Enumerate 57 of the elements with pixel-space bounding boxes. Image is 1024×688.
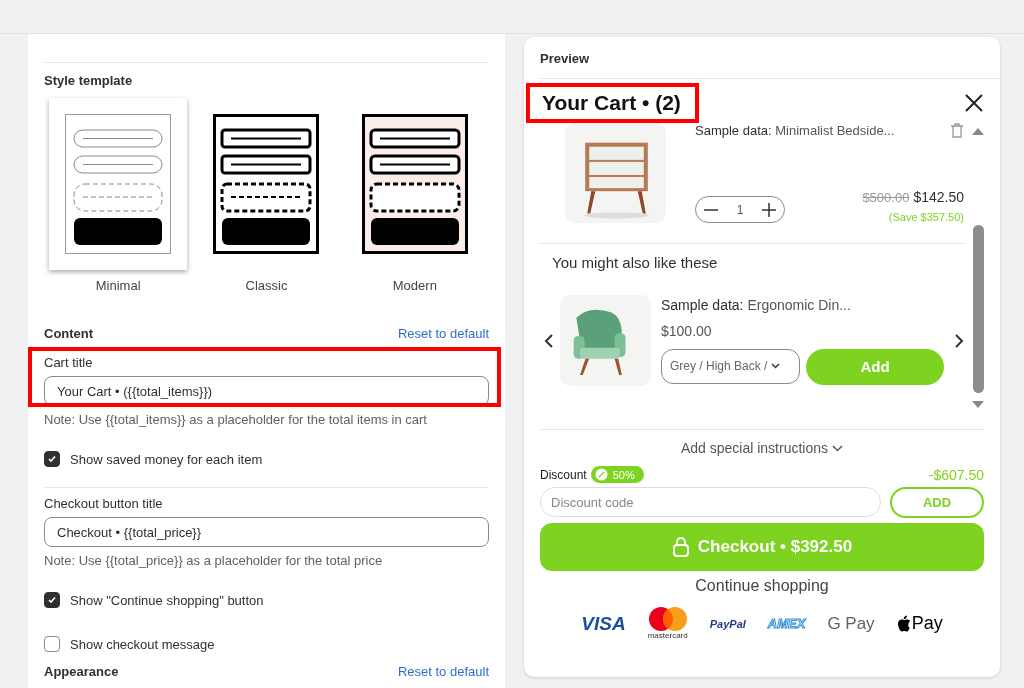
close-icon[interactable] [964,93,984,113]
panel-title: Preview [540,50,591,68]
discount-label: Discount [540,467,587,482]
plus-icon[interactable] [762,202,776,217]
lock-icon [671,537,690,557]
minus-icon[interactable] [704,208,718,211]
product-name: Sample data: Ergonomic Din... [661,296,852,313]
original-price: $500.00 [862,190,910,205]
special-instructions-toggle[interactable]: Add special instructions [680,440,844,456]
input-field[interactable]: Checkout • {{total_price}} [44,517,489,547]
input-field[interactable]: Your Cart • ({{total_items}}) [44,376,489,406]
reset-link[interactable]: Reset to default [397,664,489,679]
checkbox-label: Show checkout message [70,636,215,652]
saving-text: (Save $357.50) [888,211,964,223]
chevron-left-icon[interactable] [544,332,554,349]
discount-amount: -$607.50 [928,466,984,483]
trash-icon[interactable] [950,123,964,138]
field-label: Cart title [44,355,94,370]
payment-logo: mastercard [647,607,688,640]
section-heading: Appearance [44,664,119,679]
payment-logo: G Pay [827,613,875,634]
chevron-down-icon [771,363,781,369]
section-heading: Content [44,326,94,341]
checkmark-icon [47,595,57,605]
payment-logo: Pay [896,613,943,634]
template-label: Minimal [95,278,141,293]
continue-shopping-link[interactable]: Continue shopping [695,577,829,595]
template-label: Modern [392,278,437,293]
scroll-up-icon[interactable] [972,127,984,135]
discount-badge: 50% [590,466,644,483]
checkbox[interactable] [44,636,60,652]
reset-link[interactable]: Reset to default [397,326,489,341]
field-label: Checkout button title [44,496,164,511]
discount-code-field[interactable]: Discount code [540,487,881,517]
template-option[interactable] [49,98,188,270]
payment-logo: AMEX [767,616,806,631]
field-note: Note: Use {{total_items}} as a placeholder for the total items in cart [44,412,428,427]
variant-select[interactable]: Grey / High Back / [661,348,800,384]
checkbox-label: Show "Continue shopping" button [70,592,264,608]
section-heading: Style template [44,73,134,88]
chevron-icon [832,444,844,452]
scroll-down-icon[interactable] [972,401,984,409]
template-label: Classic [245,278,288,293]
product-name: Sample data: Minimalist Bedside... [695,123,895,138]
product-price: $100.00 [661,322,713,339]
quantity-value: 1 [736,202,744,217]
checkbox[interactable] [44,451,60,467]
section-heading: You might also like these [551,253,719,271]
checkbox[interactable] [44,592,60,608]
sale-price: $142.50 [913,189,964,205]
checkmark-icon [47,454,57,464]
payment-logo: PayPal [709,617,746,630]
checkbox-label: Show saved money for each item [70,451,263,467]
field-note: Note: Use {{total_price}} as a placeholder for the total price [44,553,384,568]
chevron-right-icon[interactable] [954,332,964,349]
cart-title: Your Cart • (2) [526,83,699,123]
payment-logo: VISA [581,612,626,635]
